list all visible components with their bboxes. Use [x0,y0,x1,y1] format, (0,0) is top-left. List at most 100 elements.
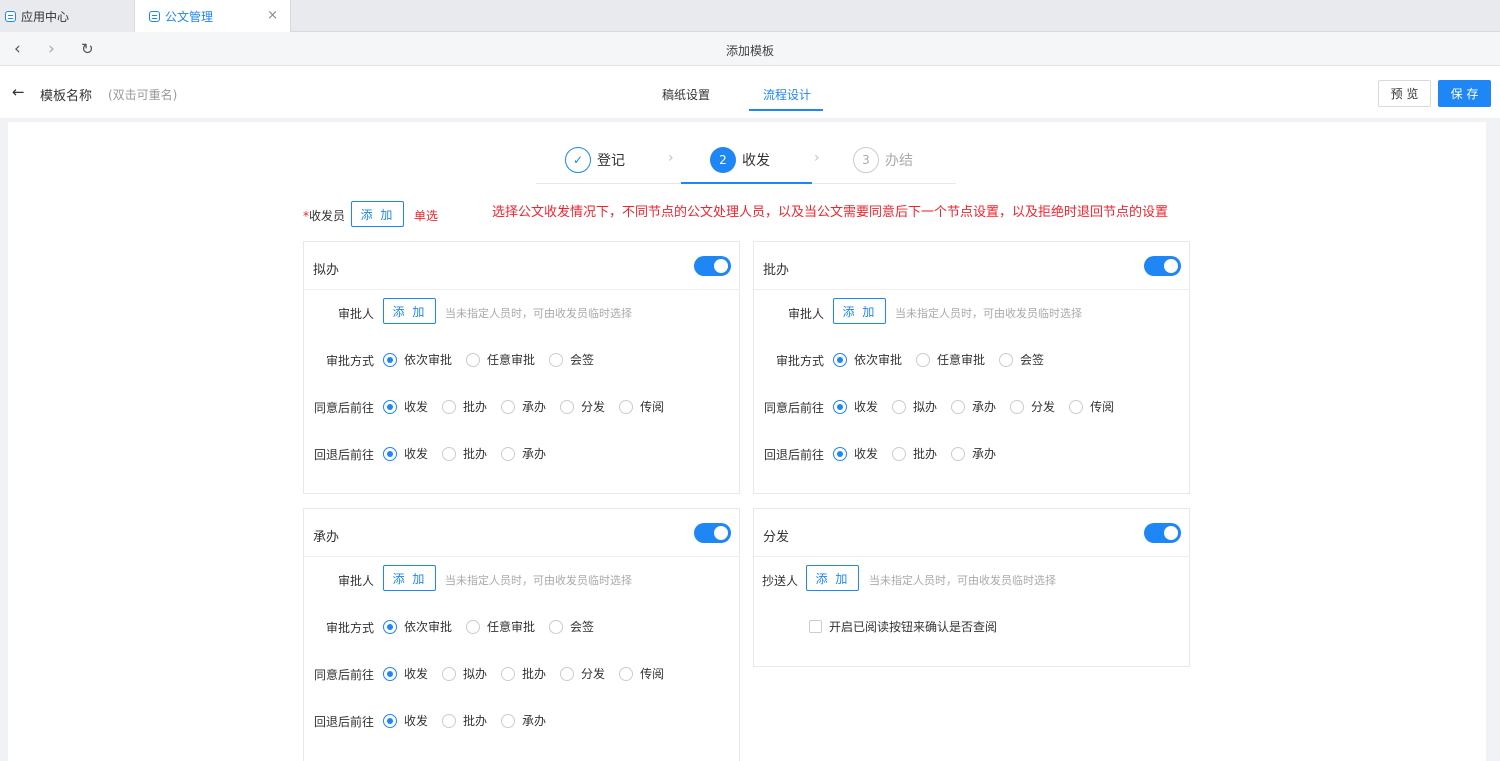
browser-tabstrip: 应用中心 公文管理 × [0,0,1500,32]
arrow-left-icon[interactable]: ← [12,83,25,101]
radio-option[interactable]: 分发 [560,398,605,415]
radio-option[interactable]: 传阅 [1069,398,1114,415]
add-approver-button[interactable]: 添 加 [383,565,436,591]
radio-any[interactable]: 任意审批 [466,351,535,368]
reject-radio-group: 收发 批办 承办 [383,712,560,729]
radio-dot [466,619,481,634]
add-cc-button[interactable]: 添 加 [806,565,859,591]
tab-active-indicator [749,109,823,111]
tab-process-design[interactable]: 流程设计 [763,86,811,103]
card-title: 批办 [763,263,790,278]
enable-toggle[interactable] [1144,523,1181,543]
card-header: 分发 [754,509,1189,557]
save-button[interactable]: 保 存 [1438,80,1491,107]
radio-sequential[interactable]: 依次审批 [383,618,452,635]
radio-label: 依次审批 [404,353,453,367]
radio-sequential[interactable]: 依次审批 [383,351,452,368]
radio-option[interactable]: 拟办 [442,665,487,682]
radio-dot [916,352,931,367]
radio-label: 批办 [463,447,488,461]
radio-dot [383,713,397,728]
browser-tab-document-management[interactable]: 公文管理 × [134,0,291,32]
radio-label: 传阅 [640,667,665,681]
radio-dot [560,666,575,681]
radio-countersign[interactable]: 会签 [999,351,1044,368]
add-approver-button[interactable]: 添 加 [833,298,886,324]
radio-label: 拟办 [463,667,488,681]
radio-label: 承办 [522,447,547,461]
radio-option[interactable]: 批办 [501,665,546,682]
radio-option[interactable]: 收发 [383,712,428,729]
sender-label: *收发员 [303,207,345,224]
radio-option[interactable]: 收发 [383,398,428,415]
template-name[interactable]: 模板名称 [40,85,92,104]
radio-dot [1069,399,1084,414]
radio-option[interactable]: 传阅 [619,398,664,415]
radio-option[interactable]: 批办 [442,398,487,415]
radio-option[interactable]: 承办 [501,398,546,415]
chevron-right-icon: › [814,150,820,166]
tab-paper-settings[interactable]: 稿纸设置 [662,86,710,103]
browser-tab-app-center[interactable]: 应用中心 [0,0,134,32]
radio-label: 收发 [404,447,429,461]
node-card-draft: 拟办 审批人 添 加 当未指定人员时，可由收发员临时选择 审批方式 依次审批 任… [303,241,740,494]
enable-toggle[interactable] [1144,256,1181,276]
radio-option[interactable]: 传阅 [619,665,664,682]
method-radio-group: 依次审批 任意审批 会签 [833,351,1058,368]
radio-option[interactable]: 分发 [1010,398,1055,415]
radio-dot [999,352,1014,367]
radio-option[interactable]: 收发 [833,398,878,415]
radio-option[interactable]: 承办 [951,445,996,462]
agree-label: 同意后前往 [313,401,374,415]
step-label: 登记 [597,153,625,169]
radio-dot [501,399,516,414]
radio-countersign[interactable]: 会签 [549,351,594,368]
step-dispatch[interactable]: 2 收发 [710,147,770,173]
radio-sequential[interactable]: 依次审批 [833,351,902,368]
radio-option[interactable]: 承办 [501,445,546,462]
radio-label: 承办 [522,400,547,414]
radio-dot [383,619,397,634]
radio-option[interactable]: 分发 [560,665,605,682]
read-confirm-checkbox[interactable]: 开启已阅读按钮来确认是否查阅 [809,618,997,635]
check-icon: ✓ [565,147,591,173]
preview-button[interactable]: 预 览 [1378,80,1431,107]
add-approver-button[interactable]: 添 加 [383,298,436,324]
radio-dot [501,666,516,681]
step-active-indicator [681,182,812,184]
node-card-approve: 批办 审批人 添 加 当未指定人员时，可由收发员临时选择 审批方式 依次审批 任… [753,241,1190,494]
radio-label: 传阅 [640,400,665,414]
agree-label: 同意后前往 [313,668,374,682]
radio-option[interactable]: 批办 [892,445,937,462]
radio-countersign[interactable]: 会签 [549,618,594,635]
toggle-knob [1164,526,1178,540]
approver-hint: 当未指定人员时，可由收发员临时选择 [445,574,632,587]
add-sender-button[interactable]: 添 加 [351,201,404,227]
radio-label: 任意审批 [487,620,536,634]
cc-label: 抄送人 [761,574,798,588]
radio-option[interactable]: 拟办 [892,398,937,415]
step-register[interactable]: ✓ 登记 [565,147,625,173]
radio-option[interactable]: 承办 [951,398,996,415]
radio-option[interactable]: 收发 [383,445,428,462]
radio-option[interactable]: 收发 [383,665,428,682]
radio-dot [833,446,847,461]
close-icon[interactable]: × [267,8,278,23]
card-header: 承办 [304,509,739,557]
radio-label: 拟办 [913,400,938,414]
radio-option[interactable]: 承办 [501,712,546,729]
card-header: 批办 [754,242,1189,290]
radio-label: 分发 [581,667,606,681]
radio-any[interactable]: 任意审批 [916,351,985,368]
step-complete[interactable]: 3 办结 [853,147,913,173]
radio-option[interactable]: 批办 [442,712,487,729]
radio-dot [466,352,481,367]
radio-option[interactable]: 收发 [833,445,878,462]
card-title: 拟办 [313,263,340,278]
enable-toggle[interactable] [694,256,731,276]
browser-tab-label: 应用中心 [21,9,70,24]
toggle-knob [714,259,728,273]
radio-any[interactable]: 任意审批 [466,618,535,635]
enable-toggle[interactable] [694,523,731,543]
radio-option[interactable]: 批办 [442,445,487,462]
